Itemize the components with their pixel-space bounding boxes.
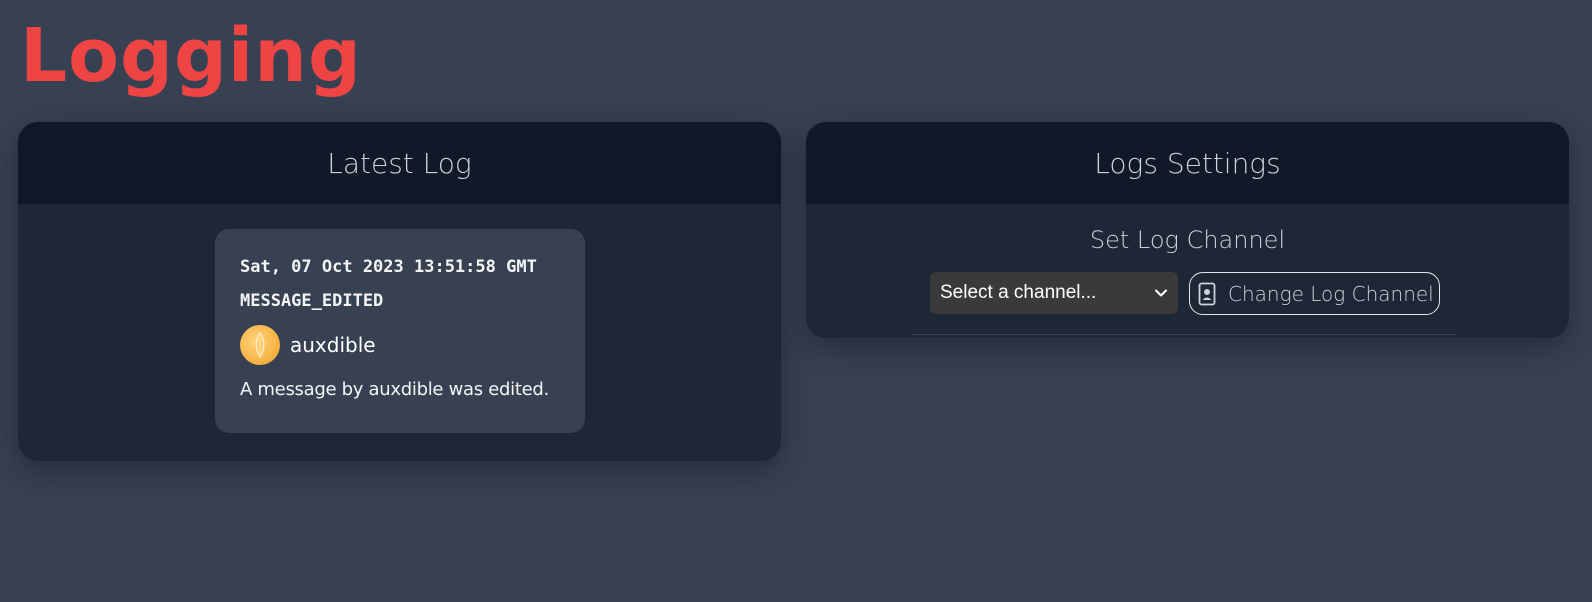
log-timestamp: Sat, 07 Oct 2023 13:51:58 GMT: [240, 257, 537, 277]
log-user: auxdible: [240, 325, 561, 365]
set-log-channel-title: Set Log Channel: [1089, 226, 1286, 254]
logs-settings-card: Logs Settings Set Log Channel Select a c…: [806, 122, 1569, 338]
log-message: A message by auxdible was edited.: [240, 379, 549, 400]
log-type: MESSAGE_EDITED: [240, 291, 384, 311]
latest-log-header: Latest Log: [18, 122, 781, 204]
log-username: auxdible: [290, 333, 376, 357]
channel-select[interactable]: Select a channel...: [930, 272, 1178, 314]
avatar-image-icon: [255, 331, 265, 359]
change-log-channel-label: Change Log Channel: [1228, 281, 1434, 306]
log-entry: Sat, 07 Oct 2023 13:51:58 GMT MESSAGE_ED…: [215, 229, 585, 433]
id-badge-icon: [1198, 282, 1216, 305]
avatar: [240, 325, 280, 365]
chevron-down-icon: [1155, 289, 1167, 297]
settings-body: Set Log Channel Select a channel... Chan…: [806, 204, 1569, 338]
divider: [912, 334, 1457, 335]
logs-settings-header: Logs Settings: [806, 122, 1569, 204]
change-log-channel-button[interactable]: Change Log Channel: [1189, 272, 1440, 315]
latest-log-card: Latest Log Sat, 07 Oct 2023 13:51:58 GMT…: [18, 122, 781, 461]
channel-select-value: Select a channel...: [940, 282, 1097, 303]
page-title: Logging: [20, 13, 362, 99]
